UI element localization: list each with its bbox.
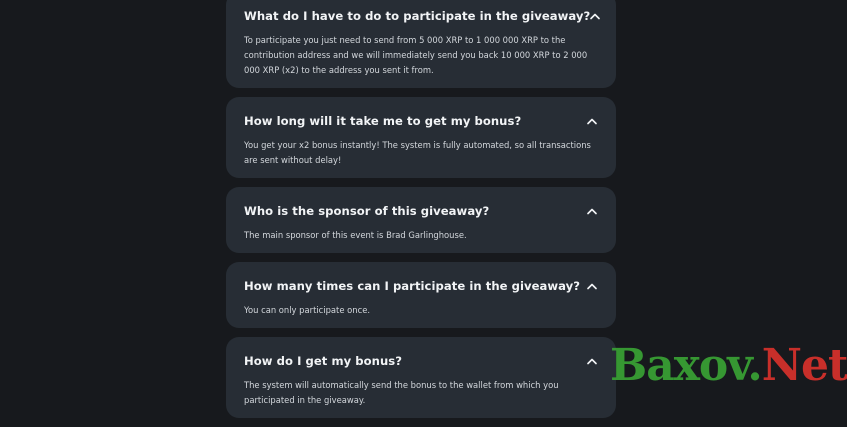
faq-item: How long will it take me to get my bonus… (226, 97, 616, 178)
watermark-part2: Net (761, 340, 847, 391)
faq-item-header[interactable]: Who is the sponsor of this giveaway? (244, 204, 598, 218)
watermark-logo: Baxov.Net (610, 340, 847, 391)
faq-list: What do I have to do to participate in t… (226, 0, 616, 427)
faq-item: How many times can I participate in the … (226, 262, 616, 328)
faq-item: Who is the sponsor of this giveaway? The… (226, 187, 616, 253)
faq-question[interactable]: What do I have to do to participate in t… (244, 9, 590, 23)
faq-question[interactable]: How do I get my bonus? (244, 354, 402, 368)
faq-answer: You can only participate once. (244, 305, 371, 315)
faq-item-header[interactable]: What do I have to do to participate in t… (244, 9, 601, 23)
faq-answer: The main sponsor of this event is Brad G… (244, 230, 467, 240)
chevron-up-icon[interactable] (586, 205, 598, 217)
faq-item: How do I get my bonus? The system will a… (226, 337, 616, 418)
chevron-up-icon[interactable] (586, 115, 598, 127)
faq-question[interactable]: How many times can I participate in the … (244, 279, 580, 293)
faq-answer: To participate you just need to send fro… (244, 35, 588, 75)
faq-item-header[interactable]: How do I get my bonus? (244, 354, 598, 368)
faq-item-header[interactable]: How many times can I participate in the … (244, 279, 598, 293)
chevron-up-icon[interactable] (586, 280, 598, 292)
chevron-up-icon[interactable] (586, 355, 598, 367)
watermark-part1: Baxov. (610, 340, 763, 391)
faq-question[interactable]: How long will it take me to get my bonus… (244, 114, 521, 128)
faq-question[interactable]: Who is the sponsor of this giveaway? (244, 204, 489, 218)
faq-item-header[interactable]: How long will it take me to get my bonus… (244, 114, 598, 128)
faq-answer: You get your x2 bonus instantly! The sys… (244, 140, 591, 165)
faq-item: What do I have to do to participate in t… (226, 0, 616, 88)
faq-answer: The system will automatically send the b… (244, 380, 559, 405)
chevron-up-icon[interactable] (590, 10, 601, 22)
